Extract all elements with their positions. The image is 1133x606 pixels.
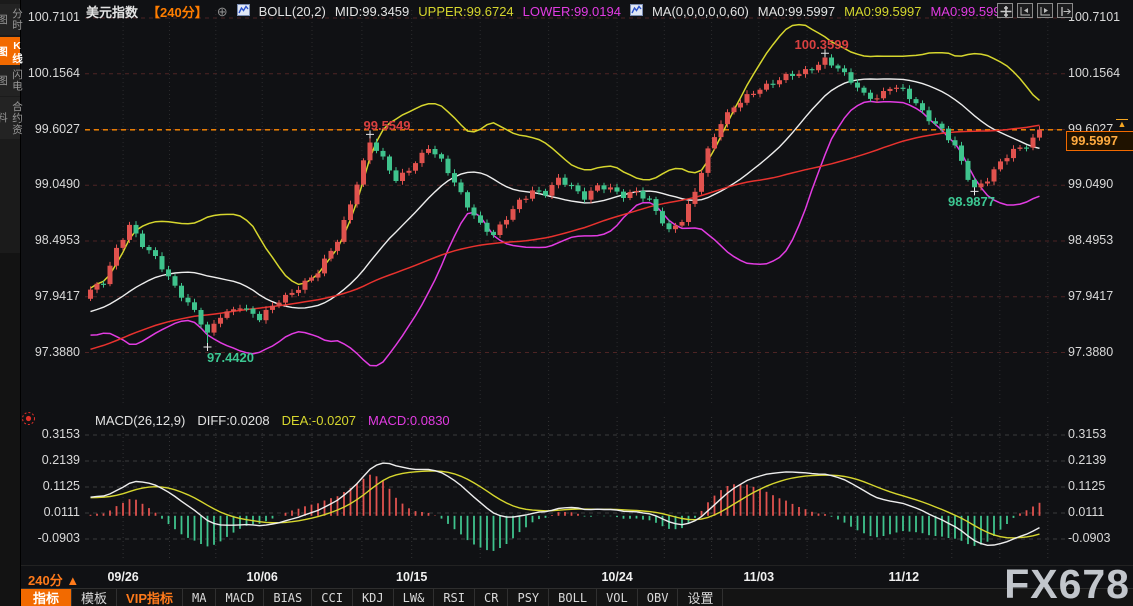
pan-right-icon[interactable] [1057, 3, 1073, 18]
window-control-icons [997, 3, 1073, 18]
toolbar-item-settings[interactable]: 设置 [678, 589, 723, 606]
indicator-value-label: DIFF:0.0208 [197, 413, 269, 428]
sidebar-item-contract-info[interactable]: 合约资料 [0, 97, 20, 139]
indicator-value-label: DEA:-0.0207 [282, 413, 356, 428]
toolbar-item-ma[interactable]: MA [183, 589, 216, 606]
chart-application-window: 分时图K线图闪电图合约资料 美元指数【240分】 ⊕ BOLL(20,2) MID:9… [0, 0, 1133, 606]
x-axis-date-label: 11/03 [731, 570, 787, 584]
price-axis-label: 99.0490 [24, 177, 80, 191]
macd-axis-label: 0.1125 [1068, 479, 1130, 493]
indicator-value-label: 【240分】 [147, 2, 208, 21]
macd-header-bar: MACD(26,12,9) DIFF:0.0208 DEA:-0.0207 MACD:… [95, 413, 450, 428]
sidebar-item-flash-chart[interactable]: 闪电图 [0, 65, 20, 96]
indicator-value-label: LOWER:99.0194 [523, 4, 621, 19]
line-chart-icon[interactable] [237, 4, 250, 19]
tab-template[interactable]: 模板 [72, 589, 117, 606]
toolbar-item-boll[interactable]: BOLL [549, 589, 597, 606]
price-annotation-low: 97.4420 [207, 350, 254, 365]
price-up-arrow-icon: ▲ [1116, 119, 1128, 129]
indicator-value-label: BOLL(20,2) [259, 4, 326, 19]
boll-upper-line [91, 25, 1040, 289]
minus-circle-icon[interactable]: ⊕ [217, 5, 228, 18]
dropdown-arrow-icon: ▲ [66, 573, 79, 588]
alert-dot-icon[interactable] [20, 410, 37, 427]
sidebar-item-kline-chart[interactable]: K线图 [0, 37, 20, 67]
macd-axis-label: -0.0903 [24, 531, 80, 545]
tab-vip-indicator[interactable]: VIP指标 [117, 589, 183, 606]
current-price-badge: 99.5997 [1066, 131, 1133, 151]
price-axis-label: 97.9417 [24, 289, 80, 303]
toolbar-item-bias[interactable]: BIAS [264, 589, 312, 606]
price-axis-label: 99.0490 [1068, 177, 1130, 191]
sidebar-item-time-chart[interactable]: 分时图 [0, 4, 20, 35]
price-annotation-low: 98.9877 [948, 194, 995, 209]
tab-indicator[interactable]: 指标 [21, 589, 72, 606]
macd-axis-label: 0.2139 [24, 453, 80, 467]
price-axis-label: 97.9417 [1068, 289, 1130, 303]
macd-axis-label: 0.0111 [1068, 505, 1130, 519]
toolbar-item-cci[interactable]: CCI [312, 589, 353, 606]
price-axis-label: 100.7101 [24, 10, 80, 24]
toolbar-item-kdj[interactable]: KDJ [353, 589, 394, 606]
x-axis-date-label: 11/12 [876, 570, 932, 584]
boll-mid-line [91, 79, 1040, 312]
macd-axis-label: -0.0903 [1068, 531, 1130, 545]
indicator-value-label: 美元指数 [86, 2, 138, 21]
toolbar-item-cr[interactable]: CR [475, 589, 508, 606]
toolbar-item-lw[interactable]: LW& [394, 589, 435, 606]
macd-axis-label: 0.3153 [24, 427, 80, 441]
x-axis-date-label: 10/24 [589, 570, 645, 584]
indicator-value-label: MID:99.3459 [335, 4, 409, 19]
move-icon[interactable] [997, 3, 1013, 18]
indicator-value-label: MA(0,0,0,0,0,60) [652, 4, 749, 19]
left-sidebar: 分时图K线图闪电图合约资料 [0, 0, 21, 606]
indicator-value-label: MACD(26,12,9) [95, 413, 185, 428]
chart-canvas[interactable] [0, 0, 1133, 606]
toolbar-item-vol[interactable]: VOL [597, 589, 638, 606]
macd-axis-label: 0.2139 [1068, 453, 1130, 467]
macd-axis-label: 0.0111 [24, 505, 80, 519]
indicator-value-label: MA0:99.5997 [758, 4, 835, 19]
price-axis-label: 100.1564 [1068, 66, 1130, 80]
price-axis-label: 98.4953 [24, 233, 80, 247]
toolbar-item-macd[interactable]: MACD [216, 589, 264, 606]
bottom-toolbar: 指标模板VIP指标MAMACDBIASCCIKDJLW&RSICRPSYBOLL… [21, 588, 1133, 606]
price-axis-label: 100.1564 [24, 66, 80, 80]
macd-axis-label: 0.1125 [24, 479, 80, 493]
axis-reset-right-icon[interactable] [1037, 3, 1053, 18]
x-axis-date-label: 09/26 [95, 570, 151, 584]
price-annotation-high: 100.3599 [795, 37, 849, 52]
toolbar-item-psy[interactable]: PSY [508, 589, 549, 606]
price-annotation-high: 99.5549 [364, 118, 411, 133]
x-axis-date-label: 10/15 [384, 570, 440, 584]
toolbar-item-rsi[interactable]: RSI [434, 589, 475, 606]
price-axis-label: 97.3880 [1068, 345, 1130, 359]
x-axis-date-label: 10/06 [234, 570, 290, 584]
axis-reset-left-icon[interactable] [1017, 3, 1033, 18]
indicator-value-label: MA0:99.5997 [844, 4, 921, 19]
time-axis-row: 240分 ▲ 09/26 10/06 10/15 10/24 11/03 11/12 [21, 565, 1133, 589]
indicator-value-label: MACD:0.0830 [368, 413, 450, 428]
price-axis-label: 99.6027 [24, 122, 80, 136]
fx678-watermark: FX678 [1004, 562, 1130, 606]
macd-diff-line [91, 463, 1040, 545]
price-axis-label: 98.4953 [1068, 233, 1130, 247]
price-axis-label: 97.3880 [24, 345, 80, 359]
macd-axis-label: 0.3153 [1068, 427, 1130, 441]
indicator-value-label: UPPER:99.6724 [418, 4, 513, 19]
price-axis-label: 100.7101 [1068, 10, 1130, 24]
indicator-header-bar: 美元指数【240分】 ⊕ BOLL(20,2) MID:99.3459 UPPER:99… [86, 3, 1008, 20]
line-chart-icon[interactable] [630, 4, 643, 19]
toolbar-item-obv[interactable]: OBV [638, 589, 679, 606]
period-selector[interactable]: 240分 ▲ [28, 570, 79, 589]
